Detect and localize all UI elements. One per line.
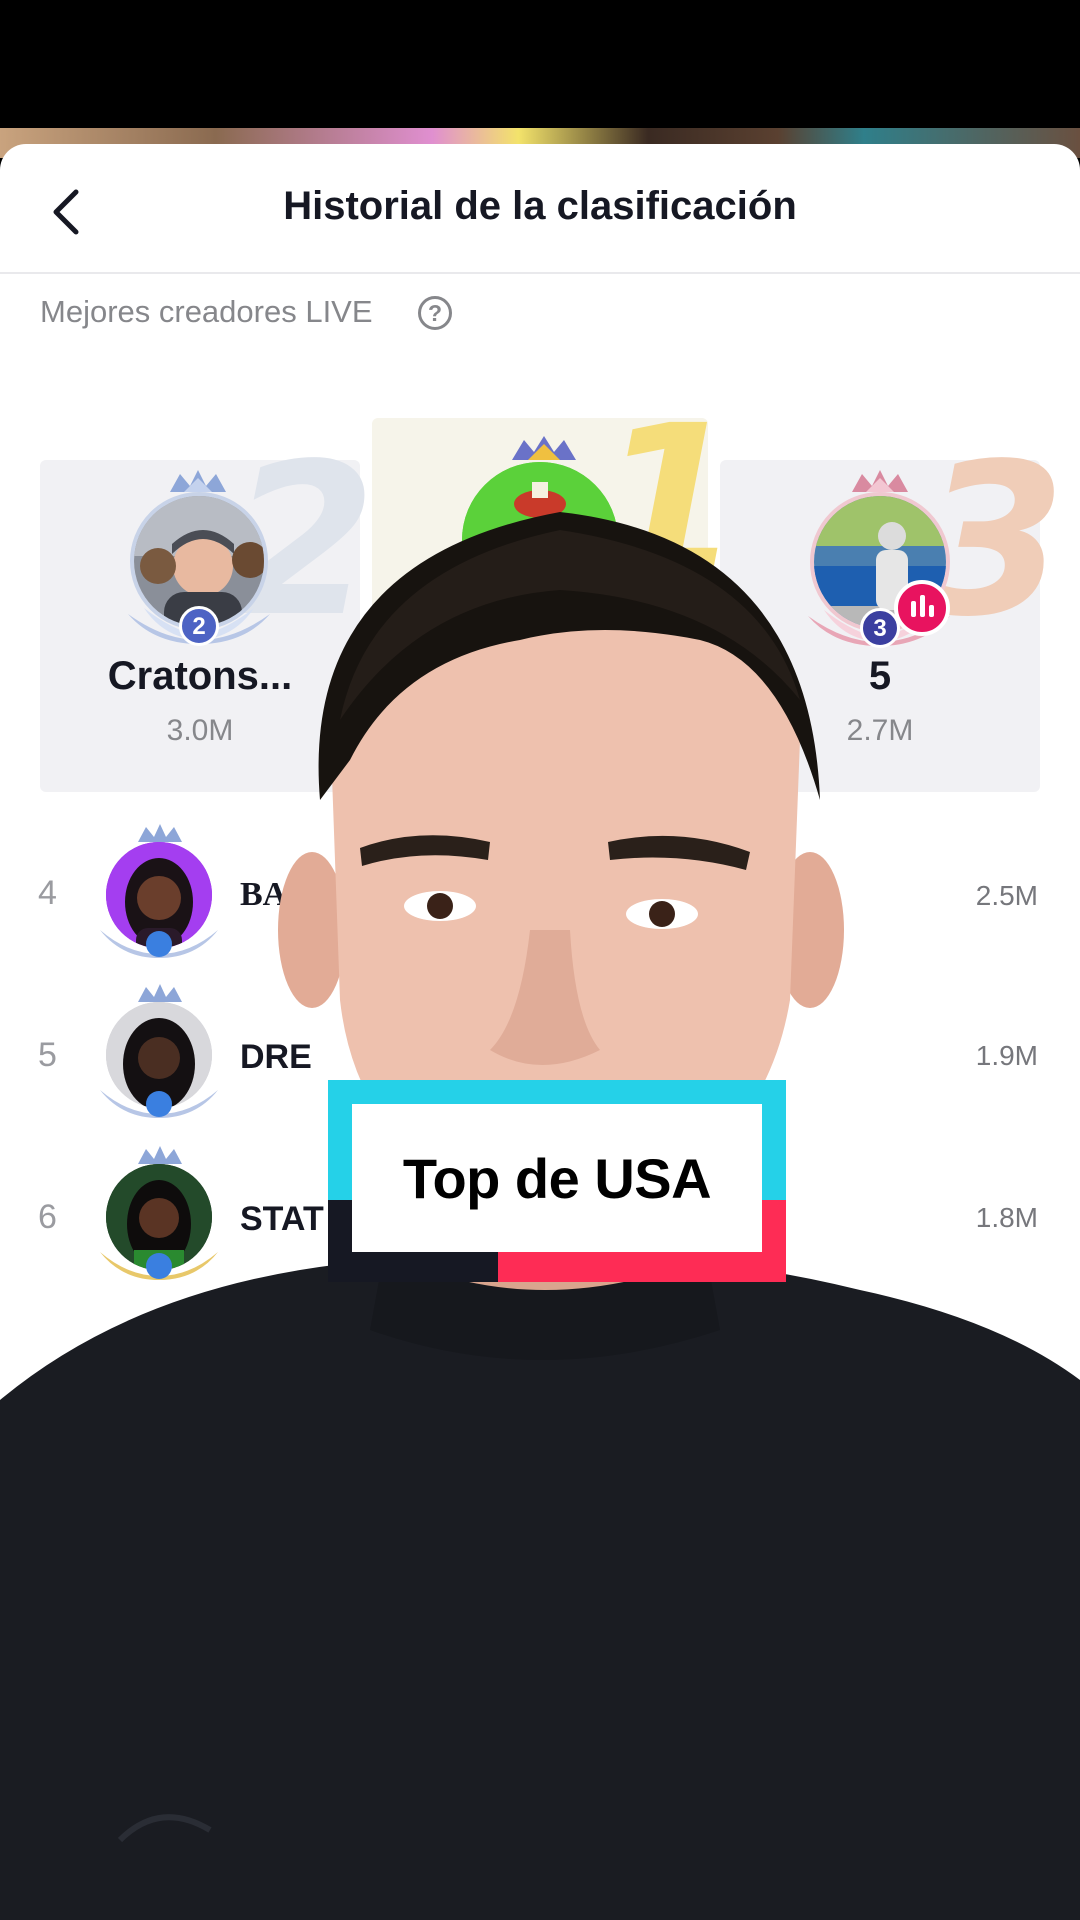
rank-badge-2: 2 xyxy=(179,606,219,646)
rank-wings-icon xyxy=(100,1090,218,1118)
row-score: 2.5M xyxy=(975,880,1038,911)
crown-icon xyxy=(138,984,182,1002)
crown-icon xyxy=(512,436,576,460)
row-rank: 4 xyxy=(38,874,57,912)
crown-icon xyxy=(852,470,908,492)
podium-score-rank-2: 3.0M xyxy=(166,714,234,747)
row-name: DRE xyxy=(240,1038,312,1076)
podium-name-rank-3: 5 xyxy=(868,654,892,698)
rank-wings-icon xyxy=(100,930,218,958)
question-circle-icon[interactable]: ? xyxy=(418,296,452,330)
row-score: 1.9M xyxy=(975,1040,1038,1071)
caption-box: Top de USA xyxy=(328,1080,786,1282)
crown-icon xyxy=(170,470,226,492)
row-name: BARI xyxy=(240,876,326,913)
podium-score-rank-3: 2.7M xyxy=(846,714,914,747)
section-label: Mejores creadores LIVE xyxy=(40,294,373,329)
podium-avatar-rank-1[interactable] xyxy=(462,462,618,618)
crown-icon xyxy=(138,824,182,842)
sheet-header: Historial de la clasificación xyxy=(0,144,1080,274)
page-title: Historial de la clasificación xyxy=(283,184,797,228)
crown-icon xyxy=(138,1146,182,1164)
podium-name-rank-2: Cratons... xyxy=(107,654,293,698)
row-name: STAT xyxy=(240,1200,324,1238)
row-score: 1.8M xyxy=(975,1202,1038,1233)
rank-wings-icon xyxy=(100,1252,218,1280)
row-rank: 5 xyxy=(38,1036,57,1074)
caption-text: Top de USA xyxy=(402,1146,712,1210)
row-rank: 6 xyxy=(38,1198,57,1236)
live-bars-icon[interactable] xyxy=(894,580,950,636)
